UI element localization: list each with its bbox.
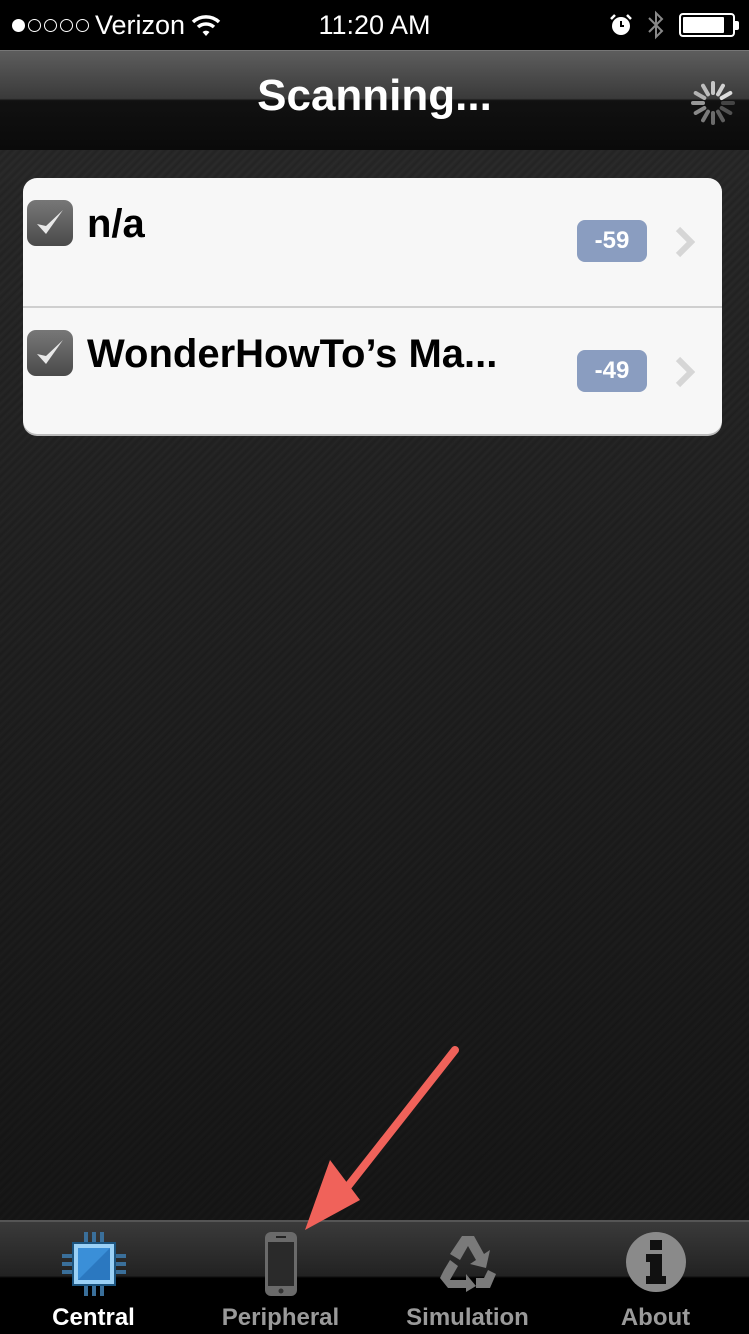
battery-icon xyxy=(679,13,739,37)
tab-label: About xyxy=(620,1304,691,1331)
alarm-icon xyxy=(610,14,632,35)
checkmark-icon xyxy=(37,210,63,234)
page-title: Scanning... xyxy=(257,71,492,120)
rssi-badge: -49 xyxy=(577,350,647,392)
tab-label: Central xyxy=(52,1304,135,1331)
navigation-bar: Scanning... xyxy=(0,50,749,150)
chip-icon xyxy=(61,1232,126,1296)
device-row[interactable]: WonderHowTo’s Ma... -49 xyxy=(23,306,722,434)
phone-icon xyxy=(264,1232,297,1296)
checkmark-icon xyxy=(37,340,63,364)
chevron-right-icon xyxy=(675,226,695,258)
spinner-spoke xyxy=(719,106,733,115)
status-bar: Verizon 11:20 AM xyxy=(0,0,749,50)
device-name: n/a xyxy=(87,202,145,246)
tab-about[interactable]: About xyxy=(562,1222,749,1334)
tab-central[interactable]: Central xyxy=(0,1222,187,1334)
device-table: n/a -59 WonderHowTo’s Ma... -49 xyxy=(23,178,722,434)
tab-label: Simulation xyxy=(406,1304,529,1331)
spinner-spoke xyxy=(693,106,707,115)
info-icon xyxy=(625,1232,686,1292)
device-checkbox[interactable] xyxy=(27,330,73,376)
annotation-arrow-icon xyxy=(305,1046,459,1230)
spinner-spoke xyxy=(716,83,725,97)
spinner-spoke xyxy=(701,83,710,97)
spinner-spoke xyxy=(716,109,725,123)
device-name: WonderHowTo’s Ma... xyxy=(87,332,498,376)
spinner-spoke xyxy=(701,109,710,123)
device-checkbox[interactable] xyxy=(27,200,73,246)
chevron-right-icon xyxy=(675,356,695,388)
bluetooth-icon xyxy=(648,10,664,40)
activity-spinner-icon xyxy=(691,81,735,125)
device-row[interactable]: n/a -59 xyxy=(23,178,722,306)
spinner-spoke xyxy=(693,91,707,100)
rssi-badge: -59 xyxy=(577,220,647,262)
tab-label: Peripheral xyxy=(221,1304,340,1331)
spinner-spoke xyxy=(719,91,733,100)
